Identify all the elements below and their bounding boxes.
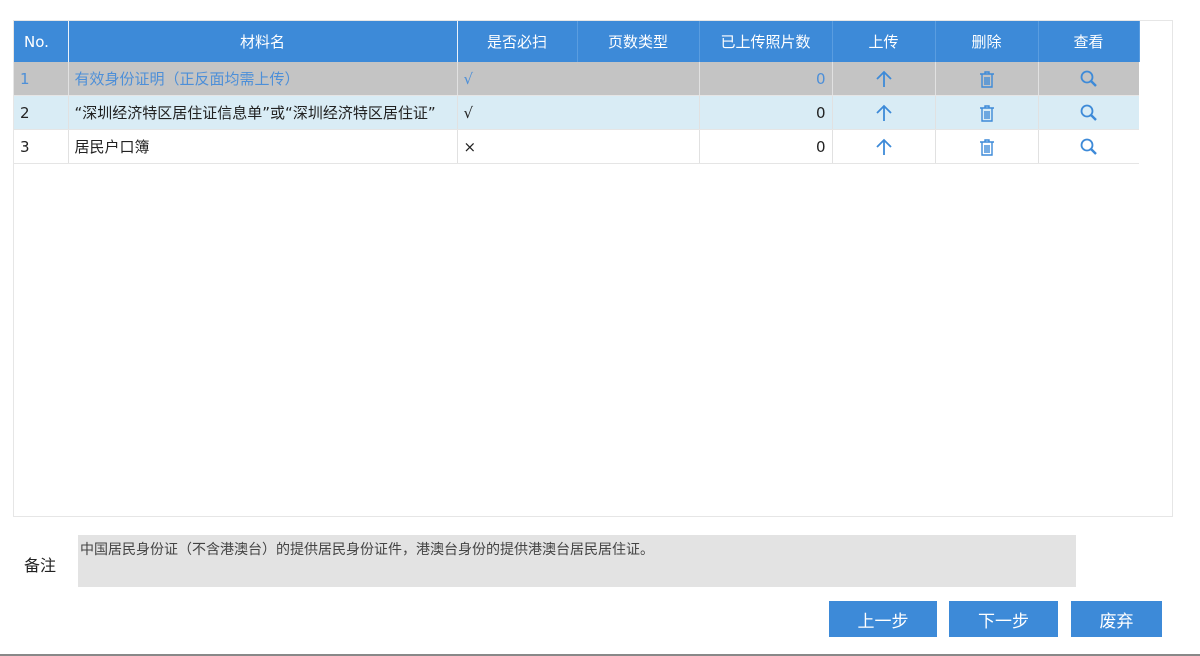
remark-text: 中国居民身份证（不含港澳台）的提供居民身份证件，港澳台身份的提供港澳台居民居住证… bbox=[78, 535, 1076, 587]
search-icon bbox=[1080, 70, 1097, 87]
trash-icon bbox=[979, 138, 994, 156]
header-material-name: 材料名 bbox=[68, 21, 458, 62]
header-delete: 删除 bbox=[935, 21, 1039, 62]
row-no: 2 bbox=[14, 95, 69, 130]
row-required: √ bbox=[457, 62, 577, 96]
view-button[interactable] bbox=[1038, 129, 1139, 164]
upload-button[interactable] bbox=[832, 62, 936, 96]
row-page-type: 多页 bbox=[577, 129, 700, 164]
remark-label: 备注 bbox=[24, 556, 57, 575]
header-page-type: 页数类型 bbox=[577, 21, 700, 62]
row-uploaded-count: 0 bbox=[699, 95, 833, 130]
row-page-type: 多页 bbox=[577, 95, 700, 130]
row-material-name[interactable]: 居民户口簿 bbox=[68, 129, 458, 164]
row-no: 3 bbox=[14, 129, 69, 164]
table-row[interactable]: 3 居民户口簿 × 多页 0 bbox=[14, 129, 1139, 164]
header-upload: 上传 bbox=[832, 21, 936, 62]
arrow-up-icon bbox=[875, 104, 892, 121]
next-step-button[interactable]: 下一步 bbox=[949, 601, 1058, 637]
view-button[interactable] bbox=[1038, 95, 1139, 130]
prev-step-button[interactable]: 上一步 bbox=[829, 601, 937, 637]
delete-button[interactable] bbox=[935, 129, 1039, 164]
header-uploaded-count: 已上传照片数 bbox=[699, 21, 833, 62]
row-required: √ bbox=[457, 95, 577, 130]
materials-table: No. 材料名 是否必扫 页数类型 已上传照片数 上传 删除 查看 1 有效身份… bbox=[14, 21, 1140, 164]
arrow-up-icon bbox=[875, 138, 892, 155]
table-row[interactable]: 1 有效身份证明（正反面均需上传） √ 多页 0 bbox=[14, 62, 1139, 96]
trash-icon bbox=[979, 104, 994, 122]
header-required: 是否必扫 bbox=[457, 21, 578, 62]
delete-button[interactable] bbox=[935, 95, 1039, 130]
header-view: 查看 bbox=[1038, 21, 1140, 62]
header-no: No. bbox=[14, 21, 69, 62]
row-no: 1 bbox=[14, 62, 69, 96]
delete-button[interactable] bbox=[935, 62, 1039, 96]
row-page-type: 多页 bbox=[577, 62, 700, 96]
materials-panel: No. 材料名 是否必扫 页数类型 已上传照片数 上传 删除 查看 1 有效身份… bbox=[13, 20, 1173, 517]
arrow-up-icon bbox=[875, 70, 892, 87]
table-row[interactable]: 2 “深圳经济特区居住证信息单”或“深圳经济特区居住证” √ 多页 0 bbox=[14, 95, 1139, 130]
abandon-button[interactable]: 废弃 bbox=[1071, 601, 1162, 637]
row-required: × bbox=[457, 129, 577, 164]
upload-button[interactable] bbox=[832, 129, 936, 164]
search-icon bbox=[1080, 138, 1097, 155]
view-button[interactable] bbox=[1038, 62, 1139, 96]
upload-button[interactable] bbox=[832, 95, 936, 130]
row-uploaded-count: 0 bbox=[699, 129, 833, 164]
row-uploaded-count: 0 bbox=[699, 62, 833, 96]
row-material-name[interactable]: “深圳经济特区居住证信息单”或“深圳经济特区居住证” bbox=[68, 95, 458, 130]
table-header-row: No. 材料名 是否必扫 页数类型 已上传照片数 上传 删除 查看 bbox=[14, 21, 1140, 62]
trash-icon bbox=[979, 70, 994, 88]
row-material-name[interactable]: 有效身份证明（正反面均需上传） bbox=[68, 62, 458, 96]
search-icon bbox=[1080, 104, 1097, 121]
